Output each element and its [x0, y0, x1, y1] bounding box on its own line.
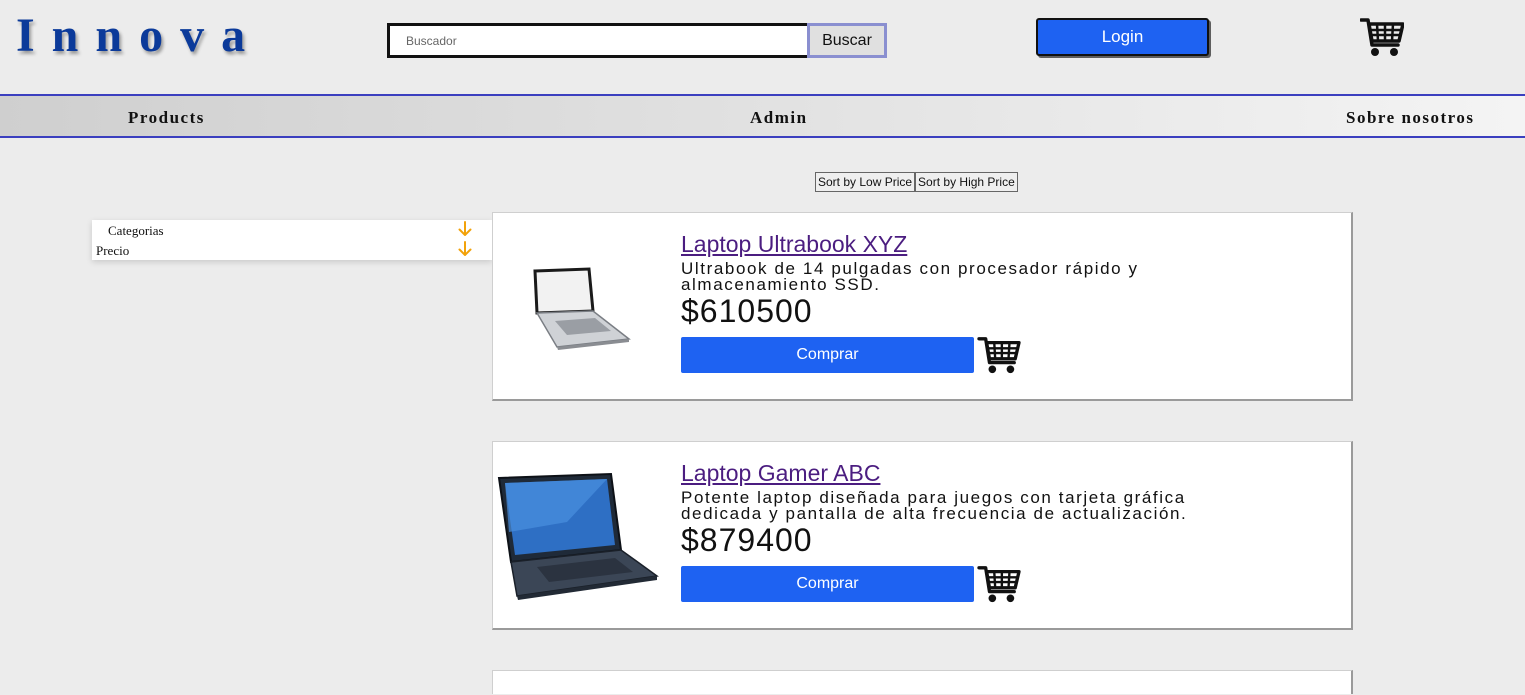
- product-title-link[interactable]: Laptop Ultrabook XYZ: [681, 231, 907, 258]
- buy-button[interactable]: Comprar: [681, 337, 974, 373]
- arrow-down-icon[interactable]: [458, 221, 472, 237]
- search-input[interactable]: [387, 23, 814, 58]
- product-description: Potente laptop diseñada para juegos con …: [681, 488, 1188, 523]
- add-to-cart-icon[interactable]: [977, 564, 1021, 604]
- buy-button[interactable]: Comprar: [681, 566, 974, 602]
- sort-bar: Sort by Low Price Sort by High Price: [815, 172, 1018, 192]
- product-card: Laptop Gamer ABC Potente laptop diseñada…: [492, 441, 1353, 630]
- product-description: Ultrabook de 14 pulgadas con procesador …: [681, 259, 1139, 294]
- nav-item-products[interactable]: Products: [128, 108, 205, 128]
- nav-item-sobre-nosotros[interactable]: Sobre nosotros: [1346, 108, 1475, 128]
- product-card: Laptop Ultrabook XYZ Ultrabook de 14 pul…: [492, 212, 1353, 401]
- filter-panel: Categorias Precio: [92, 220, 492, 260]
- shopping-cart-icon[interactable]: [1360, 16, 1404, 58]
- product-card: [492, 670, 1353, 694]
- filter-categorias-label: Categorias: [108, 223, 164, 238]
- product-image-laptop: [533, 267, 631, 350]
- login-button[interactable]: Login: [1036, 18, 1209, 56]
- arrow-down-icon[interactable]: [458, 241, 472, 257]
- product-price: $879400: [681, 522, 813, 558]
- product-image-laptop: [497, 472, 659, 600]
- add-to-cart-icon[interactable]: [977, 335, 1021, 375]
- brand-logo[interactable]: Innova: [16, 8, 262, 63]
- main-navbar: Products Admin Sobre nosotros: [0, 94, 1525, 138]
- product-title-link[interactable]: Laptop Gamer ABC: [681, 460, 880, 487]
- sort-low-price-button[interactable]: Sort by Low Price: [815, 172, 916, 192]
- search-button[interactable]: Buscar: [807, 23, 887, 58]
- header: Innova Buscar Login: [0, 0, 1525, 94]
- nav-item-admin[interactable]: Admin: [750, 108, 808, 128]
- filter-categorias[interactable]: Categorias: [92, 220, 492, 240]
- filter-precio-label: Precio: [96, 243, 130, 258]
- sort-high-price-button[interactable]: Sort by High Price: [915, 172, 1018, 192]
- product-price: $610500: [681, 293, 813, 329]
- filter-precio[interactable]: Precio: [92, 240, 492, 260]
